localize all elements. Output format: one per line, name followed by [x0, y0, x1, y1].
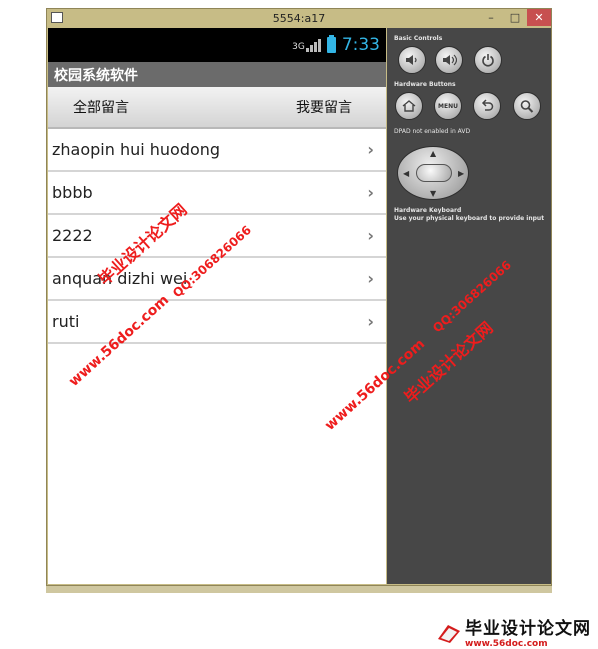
app-title-bar: 校园系统软件	[48, 62, 386, 87]
footer-url: www.56doc.com	[465, 639, 548, 649]
hardware-keyboard-label: Hardware Keyboard	[394, 207, 462, 214]
status-bar: 3G 7:33	[48, 28, 386, 62]
signal-bars-icon	[305, 38, 321, 52]
menu-button[interactable]: MENU	[434, 92, 462, 120]
status-clock: 7:33	[341, 35, 380, 55]
window-titlebar[interactable]: 5554:a17 – □ ✕	[47, 9, 551, 27]
back-button[interactable]	[473, 92, 501, 120]
hardware-buttons-label: Hardware Buttons	[394, 81, 456, 88]
maximize-button[interactable]: □	[503, 9, 527, 26]
chevron-right-icon: ›	[367, 312, 374, 331]
footer-brand: 毕业设计论文网	[465, 619, 591, 639]
home-button[interactable]	[395, 92, 423, 120]
signal-indicator: 3G	[292, 38, 321, 52]
chevron-right-icon: ›	[367, 226, 374, 245]
volume-down-button[interactable]	[398, 46, 426, 74]
close-button[interactable]: ✕	[527, 9, 551, 26]
minimize-button[interactable]: –	[479, 9, 503, 26]
taskbar-strip	[46, 585, 552, 593]
hardware-keyboard-note: Use your physical keyboard to provide in…	[394, 215, 545, 222]
chevron-right-icon: ›	[367, 269, 374, 288]
tab-bar: 全部留言 我要留言	[48, 87, 386, 129]
list-item-label: bbbb	[52, 183, 93, 202]
volume-up-button[interactable]	[435, 46, 463, 74]
dpad-control[interactable]: ▲ ▼ ◀ ▶	[397, 146, 469, 200]
volume-up-icon	[443, 54, 457, 66]
battery-icon	[326, 35, 336, 53]
dpad-left-icon: ◀	[403, 169, 410, 178]
power-icon	[482, 54, 494, 67]
list-item-label: 2222	[52, 226, 93, 245]
phone-screen: 3G 7:33 校园系统软件 全部留言 我要留言 zhaopin hui huo…	[48, 28, 386, 584]
menu-button-label: MENU	[438, 102, 458, 110]
list-item[interactable]: ruti ›	[48, 301, 386, 344]
dpad-up-icon: ▲	[430, 149, 437, 158]
search-icon	[520, 100, 534, 113]
window-system-icon[interactable]	[51, 12, 63, 23]
list-item-label: ruti	[52, 312, 80, 331]
dpad-center-button[interactable]	[416, 164, 452, 182]
dpad-down-icon: ▼	[430, 189, 437, 198]
network-type: 3G	[292, 42, 305, 52]
search-button[interactable]	[513, 92, 541, 120]
tab-all-messages[interactable]: 全部留言	[73, 97, 129, 117]
back-arrow-icon	[481, 99, 494, 111]
footer-logo: 毕业设计论文网 www.56doc.com	[436, 614, 591, 649]
list-item[interactable]: bbbb ›	[48, 172, 386, 215]
power-button[interactable]	[474, 46, 502, 74]
message-list: zhaopin hui huodong › bbbb › 2222 › anqu…	[48, 129, 386, 344]
list-item[interactable]: zhaopin hui huodong ›	[48, 129, 386, 172]
tab-my-message[interactable]: 我要留言	[296, 97, 352, 117]
chevron-right-icon: ›	[367, 183, 374, 202]
window-title: 5554:a17	[272, 11, 326, 25]
dpad-right-icon: ▶	[458, 169, 465, 178]
list-item-label: zhaopin hui huodong	[52, 140, 221, 159]
book-logo-icon	[438, 624, 460, 643]
volume-down-icon	[406, 55, 417, 65]
chevron-right-icon: ›	[367, 140, 374, 159]
app-title: 校园系统软件	[54, 67, 138, 84]
home-icon	[402, 100, 416, 112]
dpad-status-label: DPAD not enabled in AVD	[394, 128, 471, 135]
basic-controls-label: Basic Controls	[394, 35, 443, 42]
